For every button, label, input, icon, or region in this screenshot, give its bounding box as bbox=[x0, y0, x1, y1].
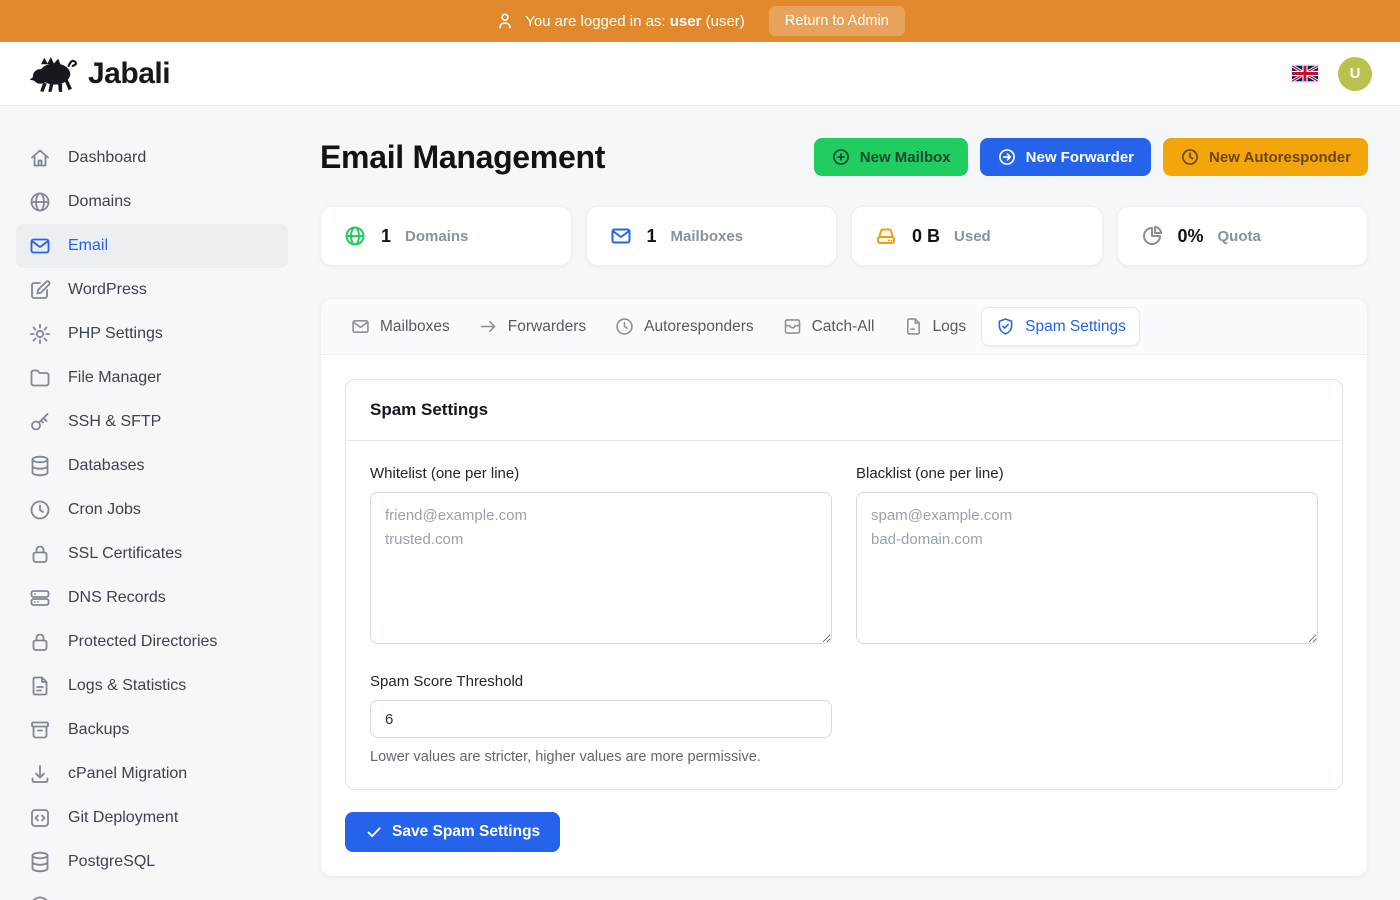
database-icon bbox=[28, 454, 52, 478]
stat-value: 1 bbox=[647, 226, 657, 247]
stat-label: Mailboxes bbox=[671, 228, 744, 245]
tab-autoresponders[interactable]: Autoresponders bbox=[601, 308, 766, 345]
folder-icon bbox=[28, 366, 52, 390]
spam-score-threshold-input[interactable] bbox=[370, 700, 832, 738]
sidebar-item-php-settings[interactable]: PHP Settings bbox=[16, 312, 288, 356]
lock-icon bbox=[28, 630, 52, 654]
arrow-right-icon bbox=[478, 316, 499, 337]
archive-icon bbox=[28, 718, 52, 742]
clock-icon bbox=[28, 498, 52, 522]
home-icon bbox=[28, 146, 52, 170]
threshold-label: Spam Score Threshold bbox=[370, 673, 832, 690]
boar-logo-icon bbox=[28, 54, 80, 94]
app-header: Jabali U bbox=[0, 42, 1400, 106]
sidebar-item-email[interactable]: Email bbox=[16, 224, 288, 268]
stat-card-mailboxes: 1 Mailboxes bbox=[586, 206, 838, 266]
globe-icon bbox=[343, 224, 367, 248]
sidebar-item-git-deployment[interactable]: Git Deployment bbox=[16, 796, 288, 840]
database-icon bbox=[28, 850, 52, 874]
file-text-icon bbox=[28, 674, 52, 698]
file-icon bbox=[903, 316, 924, 337]
spam-settings-card-title: Spam Settings bbox=[346, 380, 1342, 441]
sidebar-item-domains[interactable]: Domains bbox=[16, 180, 288, 224]
stat-card-quota: 0% Quota bbox=[1117, 206, 1369, 266]
sidebar-item-logs-statistics[interactable]: Logs & Statistics bbox=[16, 664, 288, 708]
page-title: Email Management bbox=[320, 139, 605, 176]
impersonated-username: user bbox=[670, 13, 702, 30]
tab-logs[interactable]: Logs bbox=[890, 308, 980, 345]
brand-logo[interactable]: Jabali bbox=[28, 54, 170, 94]
whitelist-textarea[interactable] bbox=[370, 492, 832, 644]
stat-value: 0 B bbox=[912, 226, 940, 247]
clock-icon bbox=[1180, 147, 1200, 167]
gear-icon bbox=[28, 322, 52, 346]
arrow-right-circle-icon bbox=[997, 147, 1017, 167]
sidebar-item-more[interactable] bbox=[16, 884, 288, 900]
new-forwarder-button[interactable]: New Forwarder bbox=[980, 138, 1151, 176]
tab-catch-all[interactable]: Catch-All bbox=[769, 308, 888, 345]
user-icon bbox=[495, 11, 515, 31]
stat-card-used: 0 B Used bbox=[851, 206, 1103, 266]
spam-settings-panel: Spam Settings Whitelist (one per line) B… bbox=[321, 355, 1367, 876]
edit-icon bbox=[28, 278, 52, 302]
lock-icon bbox=[28, 542, 52, 566]
new-autoresponder-button[interactable]: New Autoresponder bbox=[1163, 138, 1368, 176]
plus-circle-icon bbox=[831, 147, 851, 167]
stat-value: 0% bbox=[1178, 226, 1204, 247]
tab-spam-settings[interactable]: Spam Settings bbox=[981, 307, 1140, 346]
threshold-help-text: Lower values are stricter, higher values… bbox=[370, 749, 832, 765]
key-icon bbox=[28, 410, 52, 434]
save-spam-settings-button[interactable]: Save Spam Settings bbox=[345, 812, 560, 852]
whitelist-label: Whitelist (one per line) bbox=[370, 465, 832, 482]
stat-value: 1 bbox=[381, 226, 391, 247]
sidebar-item-protected-directories[interactable]: Protected Directories bbox=[16, 620, 288, 664]
sidebar-item-ssl-certificates[interactable]: SSL Certificates bbox=[16, 532, 288, 576]
server-icon bbox=[28, 586, 52, 610]
sidebar-item-postgresql[interactable]: PostgreSQL bbox=[16, 840, 288, 884]
inbox-icon bbox=[782, 316, 803, 337]
impersonated-role: (user) bbox=[706, 13, 745, 30]
sidebar-item-cpanel-migration[interactable]: cPanel Migration bbox=[16, 752, 288, 796]
blacklist-label: Blacklist (one per line) bbox=[856, 465, 1318, 482]
check-icon bbox=[365, 823, 383, 841]
sidebar-item-wordpress[interactable]: WordPress bbox=[16, 268, 288, 312]
brand-name: Jabali bbox=[88, 57, 170, 91]
mail-icon bbox=[28, 234, 52, 258]
sidebar-item-file-manager[interactable]: File Manager bbox=[16, 356, 288, 400]
sidebar-item-dns-records[interactable]: DNS Records bbox=[16, 576, 288, 620]
sidebar-nav: Dashboard Domains Email WordPress PHP Se… bbox=[0, 106, 304, 900]
clock-icon bbox=[614, 316, 635, 337]
email-tab-strip: Mailboxes Forwarders Autoresponders Catc… bbox=[321, 299, 1367, 355]
sidebar-item-cron-jobs[interactable]: Cron Jobs bbox=[16, 488, 288, 532]
blacklist-textarea[interactable] bbox=[856, 492, 1318, 644]
return-to-admin-button[interactable]: Return to Admin bbox=[769, 6, 905, 36]
tab-mailboxes[interactable]: Mailboxes bbox=[337, 308, 463, 345]
mail-icon bbox=[609, 224, 633, 248]
sidebar-item-backups[interactable]: Backups bbox=[16, 708, 288, 752]
code-icon bbox=[28, 806, 52, 830]
stat-label: Quota bbox=[1218, 228, 1261, 245]
tab-forwarders[interactable]: Forwarders bbox=[465, 308, 599, 345]
sidebar-item-ssh-sftp[interactable]: SSH & SFTP bbox=[16, 400, 288, 444]
stat-label: Domains bbox=[405, 228, 468, 245]
new-mailbox-button[interactable]: New Mailbox bbox=[814, 138, 968, 176]
mail-icon bbox=[350, 316, 371, 337]
language-flag-icon[interactable] bbox=[1292, 65, 1318, 82]
impersonation-message: You are logged in as: user (user) bbox=[525, 13, 745, 30]
sidebar-item-dashboard[interactable]: Dashboard bbox=[16, 136, 288, 180]
pie-chart-icon bbox=[1140, 224, 1164, 248]
main-content: Email Management New Mailbox New Forward… bbox=[304, 106, 1400, 900]
hard-drive-icon bbox=[874, 224, 898, 248]
stat-card-domains: 1 Domains bbox=[320, 206, 572, 266]
email-tabs-card: Mailboxes Forwarders Autoresponders Catc… bbox=[320, 298, 1368, 877]
stat-label: Used bbox=[954, 228, 991, 245]
shield-check-icon bbox=[995, 316, 1016, 337]
download-icon bbox=[28, 762, 52, 786]
globe-icon bbox=[28, 190, 52, 214]
circle-icon bbox=[28, 894, 52, 900]
impersonation-bar: You are logged in as: user (user) Return… bbox=[0, 0, 1400, 42]
sidebar-item-databases[interactable]: Databases bbox=[16, 444, 288, 488]
user-avatar[interactable]: U bbox=[1338, 57, 1372, 91]
